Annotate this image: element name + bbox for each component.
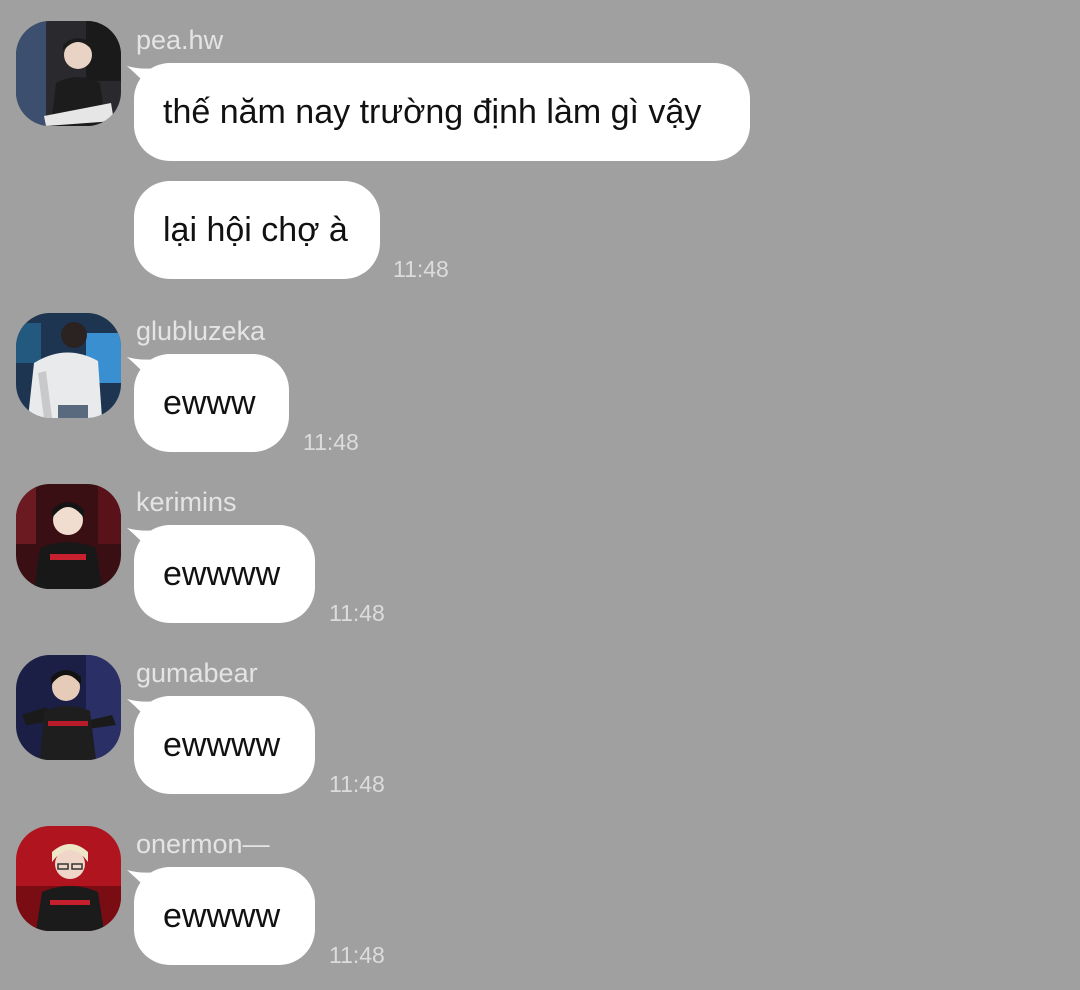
message-time: 11:48 — [329, 771, 385, 797]
avatar-photo — [16, 21, 121, 126]
message-bubble[interactable]: thế năm nay trường định làm gì vậy — [134, 63, 750, 161]
message-time: 11:48 — [329, 600, 385, 626]
sender-name: gumabear — [136, 658, 258, 688]
avatar-gumabear[interactable] — [16, 655, 121, 760]
avatar-photo — [16, 655, 121, 760]
avatar-photo — [16, 826, 121, 931]
avatar-photo — [16, 313, 121, 418]
message-time: 11:48 — [329, 942, 385, 968]
message-time: 11:48 — [393, 256, 449, 282]
chat-thread: pea.hw thế năm nay trường định làm gì vậ… — [0, 0, 1080, 990]
message-bubble[interactable]: ewwww — [134, 696, 315, 794]
message-time: 11:48 — [303, 429, 359, 455]
avatar-pea-hw[interactable] — [16, 21, 121, 126]
sender-name: pea.hw — [136, 25, 224, 55]
avatar-photo — [16, 484, 121, 589]
message-bubble[interactable]: ewww — [134, 354, 289, 452]
message-bubble[interactable]: lại hội chợ à — [134, 181, 380, 279]
avatar-kerimins[interactable] — [16, 484, 121, 589]
avatar-glubluzeka[interactable] — [16, 313, 121, 418]
avatar-onermon[interactable] — [16, 826, 121, 931]
sender-name: kerimins — [136, 487, 237, 517]
message-bubble[interactable]: ewwww — [134, 867, 315, 965]
sender-name: onermon— — [136, 829, 270, 859]
message-bubble[interactable]: ewwww — [134, 525, 315, 623]
sender-name: glubluzeka — [136, 316, 266, 346]
